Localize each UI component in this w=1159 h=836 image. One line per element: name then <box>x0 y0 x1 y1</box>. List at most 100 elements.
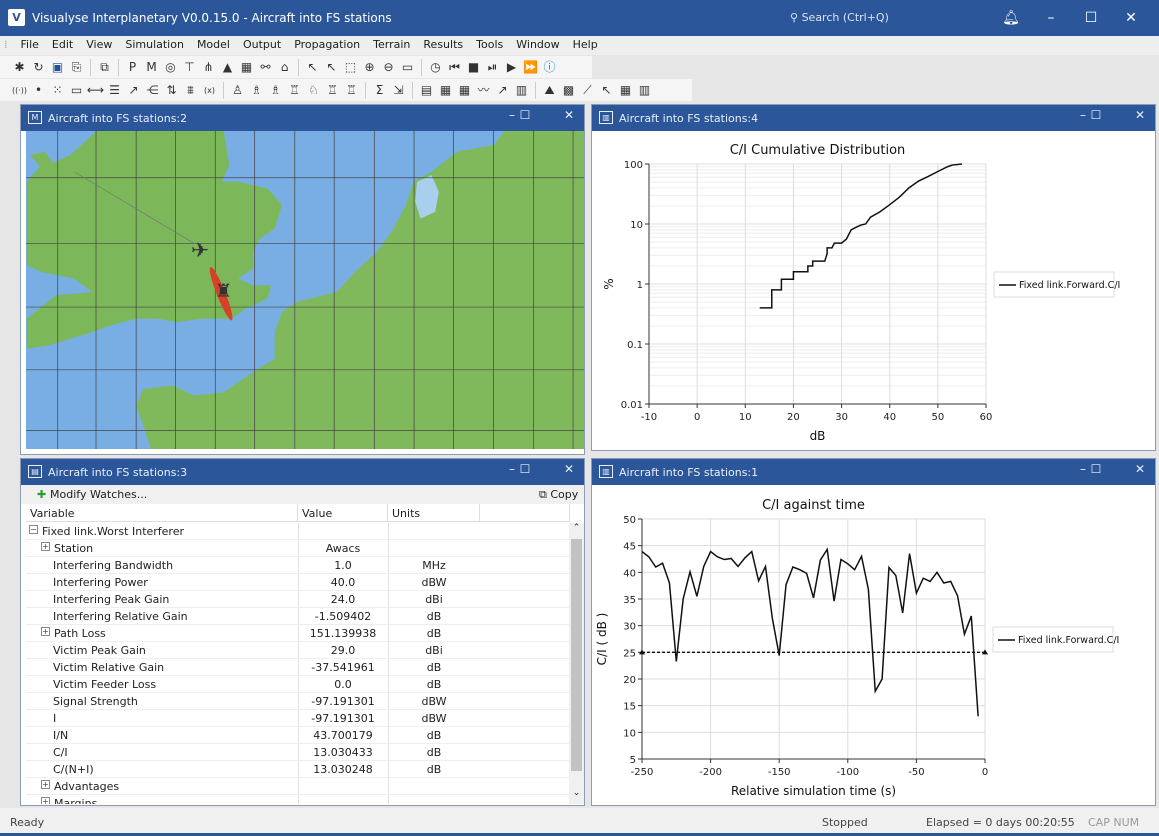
expand-icon[interactable]: + <box>41 627 50 636</box>
search-box[interactable]: ⚲ Search (Ctrl+Q) <box>790 11 889 24</box>
building2-icon[interactable]: ▥ <box>635 81 654 100</box>
menu-output[interactable]: Output <box>236 36 287 51</box>
table-row[interactable]: Victim Peak Gain 29.0 dBi <box>26 642 569 659</box>
notification-bell-icon[interactable]: 🔔︎ <box>996 8 1026 28</box>
globe-view-icon[interactable]: ◎ <box>161 58 180 77</box>
group-icon[interactable]: ⩩ <box>181 81 200 100</box>
scroll-down-icon[interactable]: ⌄ <box>569 788 584 798</box>
column-header-units[interactable]: Units <box>388 504 480 522</box>
save-as-icon[interactable]: ⎘ <box>67 58 86 77</box>
select-icon[interactable]: ↖ <box>322 58 341 77</box>
table-row[interactable]: C/I 13.030433 dB <box>26 744 569 761</box>
save-icon[interactable]: ▣ <box>48 58 67 77</box>
table-row[interactable]: I/N 43.700179 dB <box>26 727 569 744</box>
close-button[interactable]: ✕ <box>1116 8 1146 28</box>
table-row[interactable]: I -97.191301 dBW <box>26 710 569 727</box>
terrain2-icon[interactable]: ▩ <box>559 81 578 100</box>
map-window-titlebar[interactable]: M Aircraft into FS stations:2 – ☐ ✕ <box>21 105 584 131</box>
menu-edit[interactable]: Edit <box>45 36 79 51</box>
close-button[interactable]: ✕ <box>1129 462 1151 476</box>
beam-icon[interactable]: ▭ <box>67 81 86 100</box>
station-g-icon[interactable]: ♖ <box>342 81 361 100</box>
menu-simulation[interactable]: Simulation <box>118 36 190 51</box>
scroll-up-icon[interactable]: ⌃ <box>569 523 584 533</box>
table-row[interactable]: Victim Feeder Loss 0.0 dB <box>26 676 569 693</box>
step-icon[interactable]: ⏯ <box>483 58 502 77</box>
map-window[interactable]: M Aircraft into FS stations:2 – ☐ ✕ ✈ ♜ <box>20 104 585 455</box>
time-chart-window[interactable]: ▥ Aircraft into FS stations:1 – ☐ ✕ 5 10 1… <box>591 458 1156 806</box>
table-row[interactable]: Signal Strength -97.191301 dBW <box>26 693 569 710</box>
zoom-out-icon[interactable]: ⊖ <box>379 58 398 77</box>
fast-forward-icon[interactable]: ⏩ <box>521 58 540 77</box>
table-row[interactable]: Interfering Bandwidth 1.0 MHz <box>26 557 569 574</box>
expand-icon[interactable]: + <box>41 797 50 804</box>
copy-button[interactable]: ⧉ Copy <box>539 488 578 502</box>
maximize-button[interactable]: ☐ <box>1076 8 1106 28</box>
table-row[interactable]: + Advantages <box>26 778 569 795</box>
station-c-icon[interactable]: ♗ <box>266 81 285 100</box>
station-d-icon[interactable]: ♖ <box>285 81 304 100</box>
link-icon[interactable]: ⟷ <box>86 81 105 100</box>
cursor-route-icon[interactable]: ↖ <box>597 81 616 100</box>
table-row[interactable]: Interfering Power 40.0 dBW <box>26 574 569 591</box>
scrollbar-thumb[interactable] <box>571 539 582 771</box>
route-icon[interactable]: ⟋ <box>578 81 597 100</box>
station-view-icon[interactable]: ⌂ <box>275 58 294 77</box>
antenna-icon[interactable]: ((·)) <box>10 81 29 100</box>
modify-watches-button[interactable]: ✚ Modify Watches... <box>37 488 147 501</box>
copy-icon[interactable]: ⧉ <box>95 58 114 77</box>
menu-file[interactable]: File <box>14 36 45 51</box>
network-view-icon[interactable]: ⋔ <box>199 58 218 77</box>
menu-window[interactable]: Window <box>509 36 565 51</box>
station-f-icon[interactable]: ♖ <box>323 81 342 100</box>
link-view-icon[interactable]: ⚯ <box>256 58 275 77</box>
scatter-icon[interactable]: ⁙ <box>48 81 67 100</box>
table-row[interactable]: + Path Loss 151.139938 dB <box>26 625 569 642</box>
table-view-icon[interactable]: ▦ <box>237 58 256 77</box>
point-icon[interactable]: • <box>29 81 48 100</box>
menu-view[interactable]: View <box>79 36 118 51</box>
terrain-view-icon[interactable]: ▲ <box>218 58 237 77</box>
cdf-chart-window[interactable]: ▥ Aircraft into FS stations:4 – ☐ ✕ 0.01… <box>591 104 1156 451</box>
chart-line-icon[interactable]: 〰 <box>474 81 493 100</box>
chart-trend-icon[interactable]: ↗ <box>493 81 512 100</box>
maximize-button[interactable]: ☐ <box>1085 462 1107 476</box>
clock-icon[interactable]: ◷ <box>426 58 445 77</box>
collapse-icon[interactable]: − <box>29 525 38 534</box>
zoom-rect-icon[interactable]: ⬚ <box>341 58 360 77</box>
terrain-icon[interactable]: ⛰ <box>540 81 559 100</box>
zoom-in-icon[interactable]: ⊕ <box>360 58 379 77</box>
plot-m-icon[interactable]: M <box>142 58 161 77</box>
watch-icon[interactable]: ▤ <box>417 81 436 100</box>
menu-propagation[interactable]: Propagation <box>287 36 366 51</box>
annotation-icon[interactable]: ▭ <box>398 58 417 77</box>
table-row[interactable]: − Fixed link.Worst Interferer <box>26 523 569 540</box>
station-e-icon[interactable]: ♘ <box>304 81 323 100</box>
watch-window[interactable]: ▤ Aircraft into FS stations:3 – ☐ ✕ ✚ Mo… <box>20 458 585 806</box>
maximize-button[interactable]: ☐ <box>514 108 536 122</box>
close-button[interactable]: ✕ <box>558 108 580 122</box>
plot-p-icon[interactable]: P <box>123 58 142 77</box>
station-a-icon[interactable]: ♙ <box>228 81 247 100</box>
watch-window-titlebar[interactable]: ▤ Aircraft into FS stations:3 – ☐ ✕ <box>21 459 584 485</box>
play-icon[interactable]: ▶ <box>502 58 521 77</box>
area2-icon[interactable]: ▦ <box>455 81 474 100</box>
maximize-button[interactable]: ☐ <box>514 462 536 476</box>
maximize-button[interactable]: ☐ <box>1085 108 1107 122</box>
share-icon[interactable]: ⋲ <box>143 81 162 100</box>
new-icon[interactable]: ✱ <box>10 58 29 77</box>
table-row[interactable]: Interfering Peak Gain 24.0 dBi <box>26 591 569 608</box>
menu-tools[interactable]: Tools <box>469 36 509 51</box>
column-header-variable[interactable]: Variable <box>26 504 298 522</box>
vector-icon[interactable]: ↗ <box>124 81 143 100</box>
table-row[interactable]: Interfering Relative Gain -1.509402 dB <box>26 608 569 625</box>
menu-results[interactable]: Results <box>416 36 469 51</box>
expand-icon[interactable]: + <box>41 542 50 551</box>
vertical-scrollbar[interactable]: ⌃ ⌄ <box>569 523 584 804</box>
minimize-button[interactable]: – <box>1036 8 1066 28</box>
close-button[interactable]: ✕ <box>558 462 580 476</box>
table-row[interactable]: + Margins <box>26 795 569 804</box>
variables-icon[interactable]: (x) <box>200 81 219 100</box>
info-icon[interactable]: ⓘ <box>540 58 559 77</box>
skip-start-icon[interactable]: ⏮ <box>445 58 464 77</box>
